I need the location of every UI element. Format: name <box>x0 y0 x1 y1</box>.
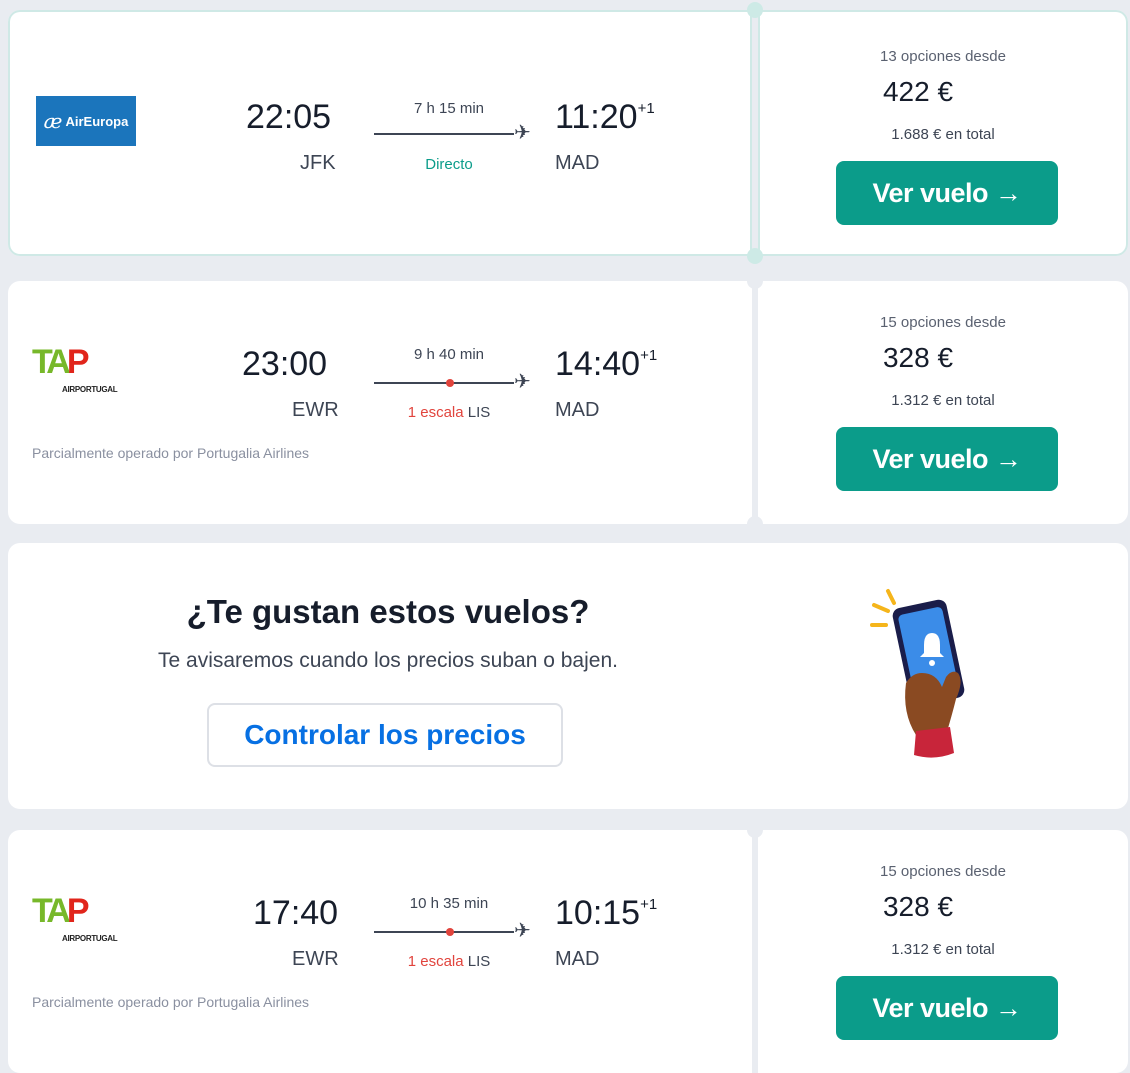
total-price: 1.312 € en total <box>891 941 995 958</box>
view-flight-button[interactable]: Ver vuelo → <box>836 427 1058 491</box>
flight-card[interactable]: TAP AIRPORTUGAL 23:00 EWR 9 h 40 min ✈ 1… <box>8 273 1128 532</box>
route-line <box>374 133 514 135</box>
promo-subtitle: Te avisaremos cuando los precios suban o… <box>158 649 618 672</box>
arrival-airport: MAD <box>555 399 600 421</box>
total-price: 1.688 € en total <box>891 126 995 143</box>
departure-time: 22:05 <box>246 98 332 136</box>
departure-time: 17:40 <box>253 894 339 932</box>
flight-duration: 10 h 35 min <box>409 895 489 912</box>
flight-details[interactable]: TAP AIRPORTUGAL 17:40 EWR 10 h 35 min ✈ … <box>8 830 752 1073</box>
stop-dot <box>446 928 454 936</box>
airplane-icon: ✈ <box>514 122 531 144</box>
arrival-airport: MAD <box>555 948 600 970</box>
aireuropa-logo: æ AirEuropa <box>36 96 136 146</box>
ticket-notch <box>747 273 763 289</box>
price-panel: 15 opciones desde 328 € 1.312 € en total… <box>758 281 1128 524</box>
flight-details[interactable]: TAP AIRPORTUGAL 23:00 EWR 9 h 40 min ✈ 1… <box>8 281 752 524</box>
stops-info: Directo <box>425 156 473 173</box>
flight-card[interactable]: æ AirEuropa 22:05 JFK 7 h 15 min ✈ Direct… <box>8 2 1128 264</box>
departure-airport: JFK <box>300 152 336 174</box>
arrival-airport: MAD <box>555 152 600 174</box>
tap-air-portugal-logo: TAP AIRPORTUGAL <box>32 343 118 394</box>
route-line <box>374 931 514 933</box>
options-count: 15 opciones desde <box>880 863 1006 880</box>
departure-airport: EWR <box>292 399 339 421</box>
price: 422 € <box>882 76 954 107</box>
stops-info: 1 escala LIS <box>407 404 491 421</box>
flight-details[interactable]: æ AirEuropa 22:05 JFK 7 h 15 min ✈ Direct… <box>8 10 752 256</box>
stops-info: 1 escala LIS <box>407 953 491 970</box>
price-panel: 15 opciones desde 328 € 1.312 € en total… <box>758 830 1128 1073</box>
price: 328 € <box>882 342 954 373</box>
ticket-notch <box>747 248 763 264</box>
price: 328 € <box>882 891 954 922</box>
options-count: 15 opciones desde <box>880 314 1006 331</box>
ticket-notch <box>747 516 763 532</box>
track-prices-button[interactable]: Controlar los precios <box>207 703 563 767</box>
total-price: 1.312 € en total <box>891 392 995 409</box>
price-panel: 13 opciones desde 422 € 1.688 € en total… <box>758 10 1128 256</box>
price-alert-promo: ¿Te gustan estos vuelos? Te avisaremos c… <box>8 543 1128 809</box>
phone-bell-illustration <box>870 589 965 758</box>
stop-dot <box>446 379 454 387</box>
departure-time: 23:00 <box>242 345 328 383</box>
airplane-icon: ✈ <box>514 371 531 393</box>
arrival-time: 10:15+1 <box>555 894 658 932</box>
ticket-notch <box>747 2 763 18</box>
flight-duration: 7 h 15 min <box>413 100 485 117</box>
arrival-time: 11:20+1 <box>555 98 655 136</box>
options-count: 13 opciones desde <box>880 48 1006 65</box>
flight-duration: 9 h 40 min <box>413 346 485 363</box>
view-flight-button[interactable]: Ver vuelo → <box>836 976 1058 1040</box>
view-flight-button[interactable]: Ver vuelo → <box>836 161 1058 225</box>
arrival-time: 14:40+1 <box>555 345 658 383</box>
promo-title: ¿Te gustan estos vuelos? <box>186 593 590 630</box>
tap-air-portugal-logo: TAP AIRPORTUGAL <box>32 892 118 943</box>
flight-card[interactable]: TAP AIRPORTUGAL 17:40 EWR 10 h 35 min ✈ … <box>8 822 1128 1073</box>
operated-by-note: Parcialmente operado por Portugalia Airl… <box>32 445 310 461</box>
route-line <box>374 382 514 384</box>
ticket-notch <box>747 822 763 838</box>
airplane-icon: ✈ <box>514 920 531 942</box>
departure-airport: EWR <box>292 948 339 970</box>
operated-by-note: Parcialmente operado por Portugalia Airl… <box>32 994 310 1010</box>
